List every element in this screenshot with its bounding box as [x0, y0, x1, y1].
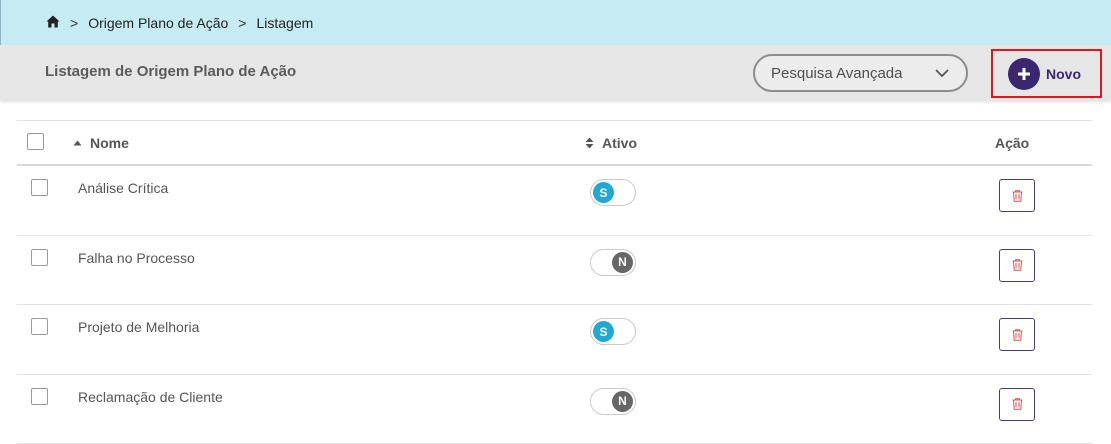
active-toggle[interactable]: S	[590, 318, 636, 345]
column-header-name[interactable]: Nome	[73, 135, 129, 151]
page-title: Listagem de Origem Plano de Ação	[45, 63, 297, 80]
trash-icon	[1012, 259, 1022, 271]
row-checkbox[interactable]	[31, 179, 48, 196]
table-row: Projeto de Melhoria S	[17, 305, 1092, 375]
column-active-label: Ativo	[602, 135, 637, 151]
breadcrumb: > Origem Plano de Ação > Listagem	[0, 0, 1111, 45]
active-toggle[interactable]: N	[590, 248, 636, 276]
toggle-knob: S	[593, 321, 614, 342]
delete-button[interactable]	[999, 318, 1035, 351]
sort-asc-icon	[73, 140, 82, 146]
trash-icon	[1012, 189, 1022, 202]
delete-button[interactable]	[999, 179, 1035, 212]
active-toggle[interactable]: N	[590, 387, 636, 415]
plus-icon	[1008, 57, 1040, 90]
trash-icon	[1012, 398, 1022, 410]
row-checkbox[interactable]	[31, 387, 48, 405]
breadcrumb-separator: >	[70, 14, 79, 31]
column-header-action: Ação	[995, 135, 1030, 151]
chevron-down-icon	[935, 69, 949, 78]
row-checkbox[interactable]	[31, 248, 48, 266]
toggle-knob: N	[612, 390, 633, 412]
table-row: Análise Crítica S	[17, 166, 1092, 236]
breadcrumb-separator: >	[238, 14, 247, 31]
toggle-knob: S	[593, 182, 614, 203]
sort-icon	[585, 137, 594, 149]
advanced-search-label: Pesquisa Avançada	[771, 64, 903, 82]
column-header-active[interactable]: Ativo	[585, 135, 637, 151]
home-icon[interactable]	[46, 15, 60, 31]
breadcrumb-item-origem[interactable]: Origem Plano de Ação	[88, 15, 228, 31]
row-name: Projeto de Melhoria	[78, 319, 200, 335]
data-table: Nome Ativo Ação Análise Crítica S Falha …	[17, 120, 1092, 444]
row-name: Reclamação de Cliente	[78, 388, 223, 405]
toggle-knob: N	[612, 251, 633, 273]
page-header: Listagem de Origem Plano de Ação Pesquis…	[0, 45, 1111, 100]
delete-button[interactable]	[999, 248, 1035, 282]
row-name: Falha no Processo	[78, 249, 195, 266]
breadcrumb-item-listagem: Listagem	[256, 14, 314, 31]
new-button[interactable]: Novo	[991, 49, 1102, 98]
row-name: Análise Crítica	[78, 180, 169, 196]
column-name-label: Nome	[90, 135, 129, 151]
table-row: Reclamação de Cliente N	[17, 375, 1092, 444]
new-button-label: Novo	[1046, 65, 1081, 82]
table-row: Falha no Processo N	[17, 236, 1092, 305]
table-header: Nome Ativo Ação	[17, 120, 1092, 166]
select-all-checkbox[interactable]	[27, 133, 44, 150]
trash-icon	[1012, 328, 1022, 341]
row-checkbox[interactable]	[31, 318, 48, 335]
delete-button[interactable]	[999, 387, 1035, 421]
advanced-search-dropdown[interactable]: Pesquisa Avançada	[753, 54, 968, 92]
active-toggle[interactable]: S	[590, 179, 636, 206]
